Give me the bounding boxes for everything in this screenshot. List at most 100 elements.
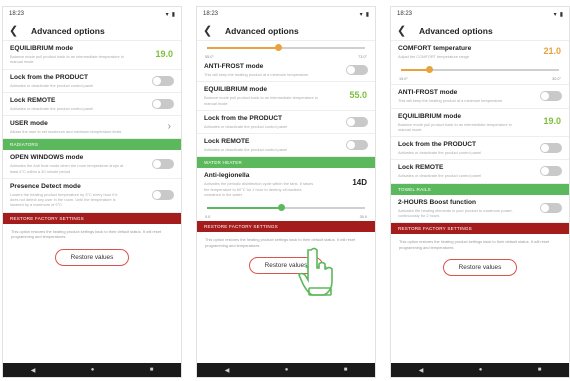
row-desc: Activates or deactivate the product cont… [398,173,482,179]
slider-track [401,66,559,74]
nav-back-icon[interactable]: ◀ [225,367,230,374]
chevron-left-icon[interactable]: ❮ [203,24,219,37]
chevron-right-icon: › [167,121,171,133]
boost-toggle[interactable] [540,203,562,214]
equilibrium-value: 55.0 [349,90,367,101]
battery-icon: ▮ [171,11,175,18]
row-title: OPEN WINDOWS mode [10,154,84,162]
anti-legionella-row: Anti-legionella Activates the periodic d… [197,168,375,201]
lock-product-row: Lock from the PRODUCT Activates or deact… [3,70,181,93]
status-icons: ▾ ▮ [554,11,563,18]
row-title: Lock from the PRODUCT [398,141,477,149]
row-desc: Adjust the COMFORT temperature range [398,54,469,59]
restore-values-button[interactable]: Restore values [443,259,517,277]
row-title: Lock from the PRODUCT [10,73,89,81]
presence-toggle[interactable] [152,190,174,201]
battery-icon: ▮ [365,11,369,18]
user-mode-row[interactable]: USER mode Allows the user to set maximum… [3,116,181,140]
settings-list[interactable]: 55.0° 73.0° ANTI-FROST mode This will ke… [197,41,375,363]
lock-product-toggle[interactable] [152,75,174,86]
lock-remote-toggle[interactable] [346,140,368,151]
row-desc: Activates or deactivate the product cont… [10,82,94,88]
lock-remote-row: Lock REMOTE Activates or deactivate the … [3,93,181,117]
nav-back-icon[interactable]: ◀ [31,367,36,374]
slider-track [207,44,365,51]
section-restore: RESTORE FACTORY SETTINGS [197,221,375,233]
wifi-icon: ▾ [553,11,557,18]
restore-note: This option restores the heating product… [399,239,550,250]
equilibrium-value: 19.0 [543,116,561,127]
anti-frost-toggle[interactable] [346,65,368,76]
anti-frost-toggle[interactable] [540,91,562,102]
status-bar: 18:23 ▾ ▮ [3,7,181,21]
nav-back-icon[interactable]: ◀ [419,367,424,374]
settings-list[interactable]: COMFORT temperature Adjust the COMFORT t… [391,41,569,363]
comfort-slider[interactable] [391,63,569,79]
anti-frost-row: ANTI-FROST mode This will keep the heati… [391,85,569,109]
row-title: COMFORT temperature [398,45,472,52]
status-time: 18:23 [203,11,219,17]
slider-fill [207,47,279,49]
row-title: USER mode [10,120,48,128]
nav-home-icon[interactable]: ● [479,367,483,373]
nav-home-icon[interactable]: ● [91,367,95,373]
chevron-left-icon[interactable]: ❮ [9,24,25,37]
row-title: EQUILIBRIUM mode [10,45,74,52]
phone-screen-1: 18:23 ▾ ▮ ❮ Advanced options EQUILIBRIUM … [2,6,182,378]
android-nav-bar: ◀ ● ■ [3,363,181,377]
nav-home-icon[interactable]: ● [285,367,289,373]
lock-product-toggle[interactable] [540,143,562,154]
nav-recent-icon[interactable]: ■ [538,367,542,373]
row-desc: This will keep the heating product at a … [204,72,309,77]
wifi-icon: ▾ [165,11,169,18]
phone-screen-2: 18:23 ▾ ▮ ❮ Advanced options 55.0° 73.0° … [196,6,376,378]
row-desc: Activates or deactivate the product cont… [398,150,482,156]
lock-product-row: Lock from the PRODUCT Activates or deact… [197,111,375,135]
slider-fill [207,207,282,209]
lock-remote-toggle[interactable] [540,166,562,177]
equilibrium-row[interactable]: EQUILIBRIUM mode Balance mode pull produ… [3,41,181,70]
chevron-left-icon[interactable]: ❮ [397,24,413,37]
anti-legionella-value: 14D [352,178,367,188]
row-desc: Activates the Anti frost mode when the r… [10,163,124,174]
status-time: 18:23 [9,11,25,17]
section-radiators: RADIATORS [3,139,181,151]
screens-stage: 18:23 ▾ ▮ ❮ Advanced options EQUILIBRIUM … [0,0,570,381]
lock-remote-toggle[interactable] [152,98,174,109]
row-desc: Activates or deactivate the product cont… [204,123,288,129]
status-time: 18:23 [397,11,413,17]
slider-knob[interactable] [277,204,285,212]
restore-note: This option restores the heating product… [205,237,356,248]
android-nav-bar: ◀ ● ■ [197,363,375,377]
restore-note: This option restores the heating product… [11,228,162,240]
temperature-slider[interactable] [197,41,375,57]
row-desc: Activates or deactivate the product cont… [10,105,94,111]
section-restore: RESTORE FACTORY SETTINGS [391,223,569,235]
settings-list[interactable]: EQUILIBRIUM mode Balance mode pull produ… [3,41,181,363]
slider-knob[interactable] [425,66,433,74]
status-bar: 18:23 ▾ ▮ [391,7,569,21]
comfort-row: COMFORT temperature Adjust the COMFORT t… [391,41,569,63]
anti-frost-row: ANTI-FROST mode This will keep the heati… [197,59,375,83]
nav-recent-icon[interactable]: ■ [344,367,348,373]
row-desc: Balance mode pull product back to an int… [398,121,512,132]
row-title: EQUILIBRIUM mode [398,112,462,120]
equilibrium-row[interactable]: EQUILIBRIUM mode Balance mode pull produ… [391,109,569,138]
lock-product-toggle[interactable] [346,116,368,127]
open-windows-toggle[interactable] [152,159,174,170]
equilibrium-row[interactable]: EQUILIBRIUM mode Balance mode pull produ… [197,82,375,111]
open-windows-row: OPEN WINDOWS mode Activates the Anti fro… [3,150,181,179]
restore-values-button[interactable]: Restore values [55,248,129,266]
row-title: ANTI-FROST mode [204,63,264,70]
row-title: Presence Detect mode [10,182,81,190]
equilibrium-value: 19.0 [155,48,173,59]
row-desc: Allows the user to set maximum and minim… [10,129,122,135]
slider-knob[interactable] [274,44,282,51]
slider-track [207,204,365,212]
legionella-slider[interactable] [197,201,375,217]
battery-icon: ▮ [559,11,563,18]
status-bar: 18:23 ▾ ▮ [197,7,375,21]
phone-screen-3: 18:23 ▾ ▮ ❮ Advanced options COMFORT temp… [390,6,570,378]
nav-recent-icon[interactable]: ■ [150,367,154,373]
row-title: EQUILIBRIUM mode [204,86,268,94]
